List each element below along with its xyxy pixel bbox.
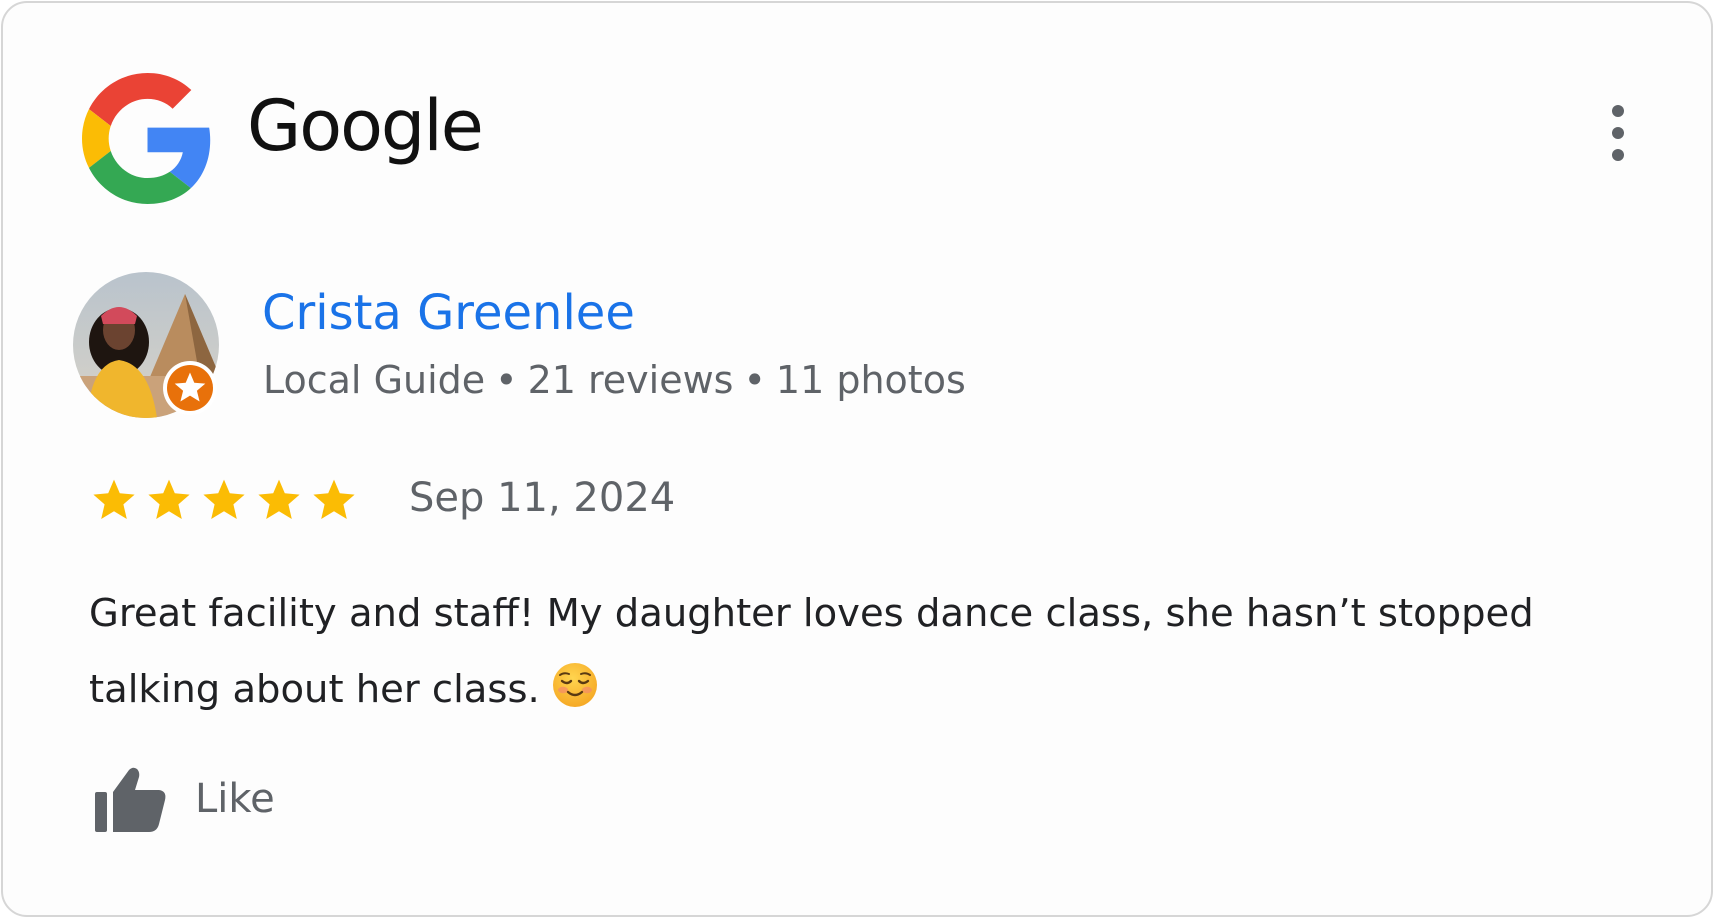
meta-separator: • xyxy=(495,358,518,402)
star-rating xyxy=(89,476,359,526)
review-body: Great facility and staff! My daughter lo… xyxy=(89,591,1534,712)
star-icon xyxy=(93,479,135,519)
star-icon xyxy=(258,479,300,519)
photo-count: 11 photos xyxy=(775,358,966,402)
reviewer-meta: Local Guide • 21 reviews • 11 photos xyxy=(263,361,966,399)
star-icon xyxy=(203,479,245,519)
star-icon xyxy=(148,479,190,519)
google-g-icon xyxy=(82,73,211,204)
thumbs-up-icon xyxy=(95,767,166,832)
review-date: Sep 11, 2024 xyxy=(409,475,676,521)
local-guide-label: Local Guide xyxy=(263,358,486,402)
more-options-button[interactable] xyxy=(1600,101,1636,165)
local-guide-star-icon xyxy=(163,361,217,415)
smiling-face-emoji-icon xyxy=(552,663,597,707)
google-wordmark: Google xyxy=(247,85,484,167)
star-icon xyxy=(313,479,355,519)
reviewer-name-link[interactable]: Crista Greenlee xyxy=(262,289,635,337)
review-count: 21 reviews xyxy=(527,358,734,402)
meta-separator: • xyxy=(743,358,766,402)
review-text: Great facility and staff! My daughter lo… xyxy=(89,576,1649,728)
like-button[interactable]: Like xyxy=(93,763,275,835)
review-card: Google Crista Greenlee Local Guide • 21 … xyxy=(1,1,1713,917)
like-label: Like xyxy=(195,776,275,822)
reviewer-avatar[interactable] xyxy=(73,272,219,418)
